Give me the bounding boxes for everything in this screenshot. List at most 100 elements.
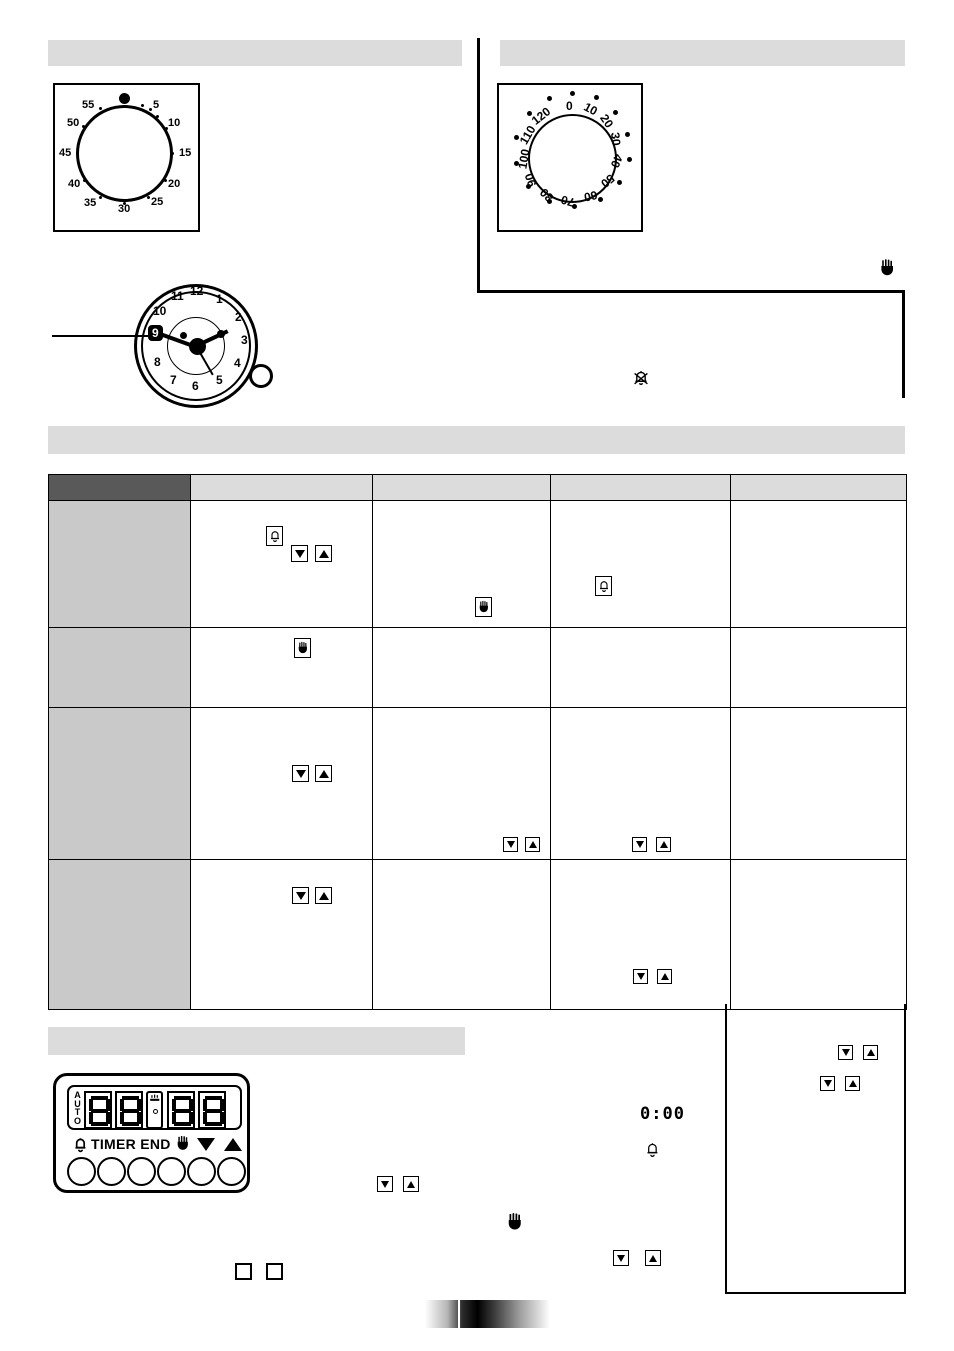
triangle-up-icon[interactable] — [656, 837, 671, 852]
dial-tick — [147, 196, 150, 199]
triangle-up-icon[interactable] — [315, 765, 332, 782]
clock-hour-11: 11 — [171, 289, 184, 303]
dial-label-15: 15 — [179, 147, 192, 159]
clock-setting-knob[interactable] — [249, 364, 273, 388]
inline-hand-icon — [506, 1212, 524, 1237]
lcd-digit-2 — [115, 1091, 143, 1129]
heading-bar-end-of-cooking — [500, 40, 905, 66]
table-header-cell-1 — [190, 474, 373, 501]
triangle-down-icon[interactable] — [292, 765, 309, 782]
inline-triangle-down-icon-2[interactable] — [613, 1250, 629, 1266]
auto-indicator: AUTO — [73, 1090, 81, 1126]
table-header-cell-4 — [730, 474, 907, 501]
panel-button-manual[interactable] — [157, 1157, 186, 1186]
clock-hour-1: 1 — [216, 292, 223, 306]
footer-page-marker — [425, 1300, 550, 1328]
row-label-3 — [48, 859, 191, 1010]
bell-icon[interactable] — [595, 576, 612, 596]
triangle-up-icon[interactable] — [657, 969, 672, 984]
inline-triangle-down-icon-1[interactable] — [377, 1176, 393, 1192]
row-3-cell-2 — [372, 859, 551, 1010]
empty-checkbox-2[interactable] — [266, 1263, 283, 1280]
end-of-cooking-dial-box[interactable]: 0 10 20 30 40 50 60 70 80 90 100 110 120 — [497, 83, 643, 232]
row-0-cell-1 — [190, 500, 373, 628]
heading-bar-controls-table — [48, 426, 905, 454]
dial-label-30: 30 — [118, 203, 131, 215]
inline-triangle-up-icon-2[interactable] — [645, 1250, 661, 1266]
panel-button-timer[interactable] — [97, 1157, 126, 1186]
clock-hour-12: 12 — [190, 284, 204, 298]
clock-hour-10: 10 — [153, 304, 167, 318]
cdial-tick — [547, 199, 552, 204]
hand-icon[interactable] — [475, 597, 492, 617]
triangle-up-icon[interactable] — [863, 1045, 878, 1060]
table-header-cell-3 — [550, 474, 731, 501]
triangle-down-icon[interactable] — [292, 887, 309, 904]
row-3-cell-3 — [550, 859, 731, 1010]
lcd-screen: AUTO — [67, 1085, 242, 1130]
divider-vertical-top — [477, 38, 480, 292]
dial-tick — [76, 152, 79, 155]
cdial-tick — [598, 197, 603, 202]
panel-button-bell[interactable] — [67, 1157, 96, 1186]
row-1-cell-4 — [730, 627, 907, 708]
heading-bar-minute-minder — [48, 40, 462, 66]
triangle-down-icon[interactable] — [838, 1045, 853, 1060]
bell-crossed-out-icon — [631, 368, 651, 393]
panel-button-end[interactable] — [127, 1157, 156, 1186]
minute-dial-ring — [76, 105, 173, 202]
dial-label-20: 20 — [168, 178, 181, 190]
lcd-digit-1 — [84, 1091, 112, 1129]
triangle-up-icon[interactable] — [525, 837, 540, 852]
row-2-cell-1 — [190, 707, 373, 860]
inline-triangle-up-icon-1[interactable] — [403, 1176, 419, 1192]
clock-hour-8: 8 — [154, 355, 161, 369]
triangle-down-icon[interactable] — [632, 837, 647, 852]
row-0-cell-4 — [730, 500, 907, 628]
row-0-cell-3 — [550, 500, 731, 628]
triangle-up-icon[interactable] — [315, 545, 332, 562]
row-1-cell-1 — [190, 627, 373, 708]
heading-bar-digital-panel — [48, 1027, 465, 1055]
dial-label-10: 10 — [168, 117, 181, 129]
bell-icon[interactable] — [266, 526, 283, 546]
triangle-down-icon[interactable] — [503, 837, 518, 852]
cdial-tick — [514, 135, 519, 140]
divider-vertical-right — [902, 290, 905, 398]
dial-tick — [82, 125, 85, 128]
triangle-down-icon[interactable] — [291, 545, 308, 562]
dial-label-35: 35 — [84, 197, 97, 209]
triangle-up-icon[interactable] — [315, 887, 332, 904]
controls-table — [48, 474, 907, 1010]
panel-triangle-down-icon — [197, 1138, 215, 1151]
panel-triangle-up-icon — [224, 1138, 242, 1151]
panel-button-increase[interactable] — [217, 1157, 246, 1186]
minute-dial-pointer — [119, 93, 130, 104]
minute-minder-dial-box[interactable]: 55 5 50 10 45 15 40 20 35 25 30 — [53, 83, 200, 232]
dial-tick — [164, 179, 167, 182]
triangle-down-icon[interactable] — [633, 969, 648, 984]
lcd-digit-4 — [198, 1091, 226, 1129]
triangle-up-icon[interactable] — [845, 1076, 860, 1091]
table-header-cell-0 — [48, 474, 191, 501]
row-3-cell-4 — [730, 859, 907, 1010]
table-header-cell-2 — [372, 474, 551, 501]
cdial-label-0: 0 — [566, 99, 573, 113]
cdial-tick — [625, 132, 630, 137]
panel-button-decrease[interactable] — [187, 1157, 216, 1186]
empty-checkbox-1[interactable] — [235, 1263, 252, 1280]
row-1-cell-2 — [372, 627, 551, 708]
hand-icon[interactable] — [294, 638, 311, 658]
clock-hand-dot-right — [217, 330, 225, 338]
hand-icon-manual-top — [878, 258, 898, 283]
cdial-tick — [570, 91, 575, 96]
triangle-down-icon[interactable] — [820, 1076, 835, 1091]
dial-tick — [171, 152, 174, 155]
clock-hour-5: 5 — [216, 373, 223, 387]
cdial-tick — [617, 180, 622, 185]
panel-bell-icon — [73, 1136, 89, 1158]
cdial-label-100: 100 — [515, 147, 533, 171]
row-2-cell-2 — [372, 707, 551, 860]
electronic-programmer-panel[interactable]: AUTO TIMER END — [53, 1073, 250, 1193]
dial-tick — [99, 107, 102, 110]
